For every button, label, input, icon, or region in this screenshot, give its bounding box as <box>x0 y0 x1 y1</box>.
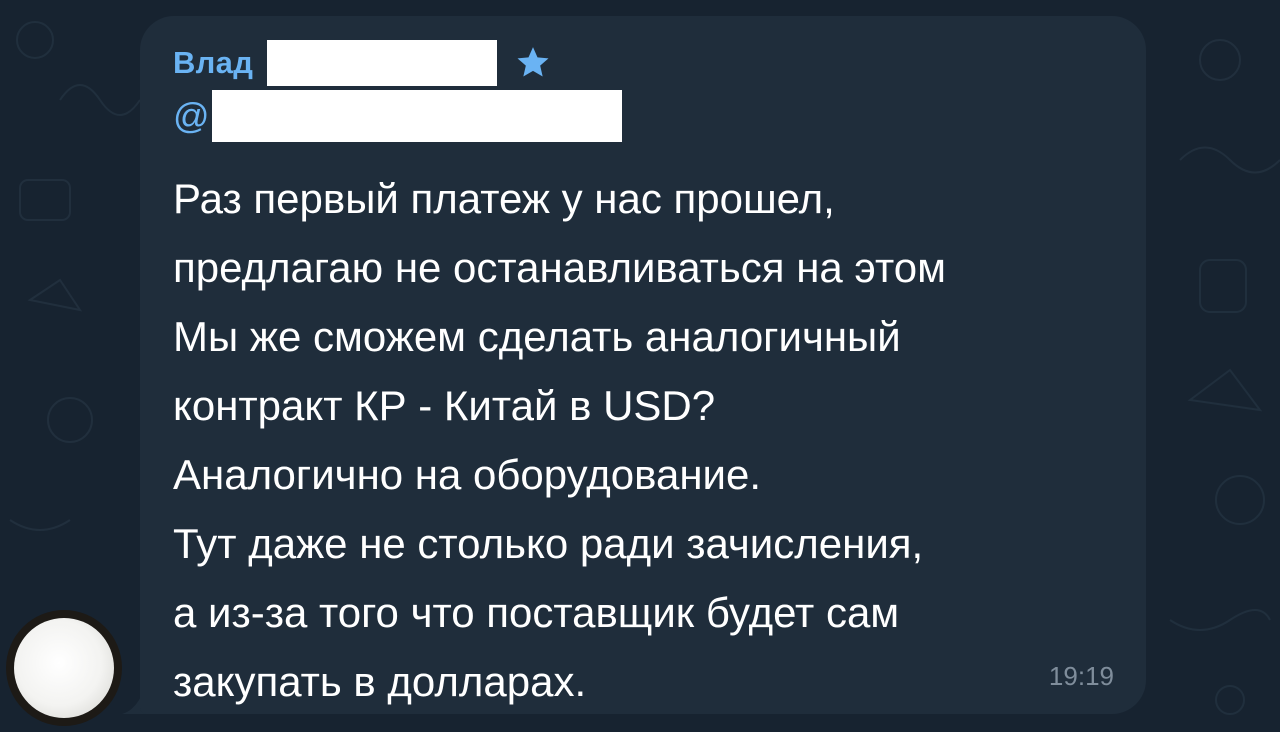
username-row: @ <box>173 90 622 142</box>
message-line: а из-за того что поставщик будет сам <box>173 589 900 636</box>
message-line: Раз первый платеж у нас прошел, <box>173 175 835 222</box>
avatar[interactable] <box>6 610 122 726</box>
message-bubble[interactable]: Влад @ Раз первый платеж у нас прошел, п… <box>140 16 1146 714</box>
sender-name[interactable]: Влад <box>173 45 253 81</box>
message-line: Аналогично на оборудование. <box>173 451 762 498</box>
username-prefix[interactable]: @ <box>173 95 210 137</box>
message-line: закупать в долларах. <box>173 658 587 705</box>
message-line: предлагаю не останавливаться на этом <box>173 244 946 291</box>
message-line: контракт КР - Китай в USD? <box>173 382 716 429</box>
redacted-sender-surname <box>267 40 498 86</box>
message-timestamp: 19:19 <box>1048 661 1114 691</box>
avatar-image <box>14 618 114 718</box>
star-icon <box>517 47 549 77</box>
message-text: Раз первый платеж у нас прошел, предлага… <box>173 164 1133 716</box>
redacted-username <box>211 90 622 142</box>
sender-row: Влад <box>173 38 553 88</box>
message-line: Мы же сможем сделать аналогичный <box>173 313 901 360</box>
message-line: Тут даже не столько ради зачисления, <box>173 520 924 567</box>
